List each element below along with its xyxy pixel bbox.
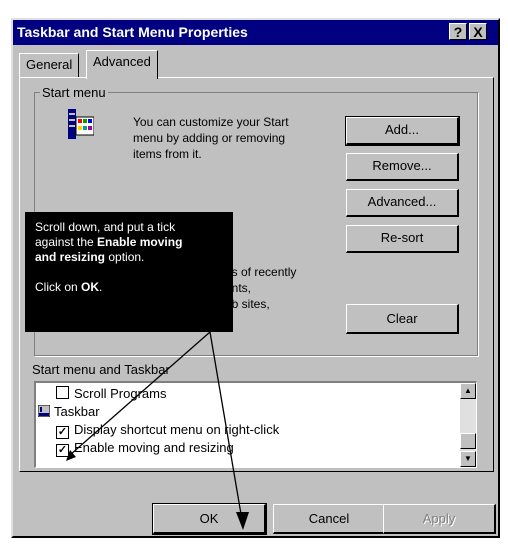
scroll-up-arrow-icon[interactable]: ▲ bbox=[460, 383, 476, 399]
callout-line-2: against the Enable moving bbox=[35, 235, 183, 249]
advanced-button[interactable]: Advanced... bbox=[346, 189, 459, 217]
list-item-display-shortcut-menu[interactable]: ✓ Display shortcut menu on right-click bbox=[56, 420, 279, 439]
resort-button[interactable]: Re-sort bbox=[346, 225, 459, 253]
scroll-programs-checkbox[interactable] bbox=[56, 386, 69, 399]
add-button[interactable]: Add... bbox=[345, 116, 460, 146]
taskbar-icon bbox=[37, 403, 51, 418]
settings-tree-list[interactable]: Scroll Programs Taskbar ✓ Display shortcu… bbox=[34, 381, 477, 468]
instruction-callout: Scroll down, and put a tick against the … bbox=[25, 212, 233, 332]
list-item-scroll-programs[interactable]: Scroll Programs bbox=[56, 384, 166, 403]
list-item-enable-moving-resizing[interactable]: ✓ Enable moving and resizing bbox=[56, 438, 234, 457]
callout-line-4: Click on OK. bbox=[35, 280, 103, 294]
callout-line-1: Scroll down, and put a tick bbox=[35, 220, 176, 234]
title-bar: Taskbar and Start Menu Properties ? X bbox=[13, 20, 498, 45]
scroll-thumb[interactable] bbox=[460, 433, 476, 449]
taskbar-group-label: Start menu and Taskbar bbox=[32, 362, 170, 377]
ok-button[interactable]: OK bbox=[152, 503, 267, 535]
scroll-down-arrow-icon[interactable]: ▼ bbox=[460, 451, 476, 467]
recent-docs-text-1: ds of recently bbox=[225, 265, 297, 279]
callout-line-3: and resizing option. bbox=[35, 250, 145, 264]
list-item-taskbar[interactable]: Taskbar bbox=[37, 402, 100, 421]
tab-advanced[interactable]: Advanced bbox=[86, 50, 158, 79]
tab-general[interactable]: General bbox=[19, 53, 80, 77]
window-title: Taskbar and Start Menu Properties bbox=[17, 24, 248, 40]
clear-button[interactable]: Clear bbox=[346, 304, 459, 334]
remove-button[interactable]: Remove... bbox=[346, 153, 459, 181]
list-scrollbar[interactable]: ▲ ▼ bbox=[460, 383, 476, 467]
help-button[interactable]: ? bbox=[449, 23, 467, 40]
start-menu-description: You can customize your Start menu by add… bbox=[133, 115, 289, 161]
start-menu-group-label: Start menu bbox=[40, 85, 108, 100]
close-button[interactable]: X bbox=[469, 23, 487, 40]
apply-button[interactable]: Apply bbox=[383, 504, 496, 534]
start-menu-icon bbox=[68, 109, 95, 139]
enable-moving-checkbox[interactable]: ✓ bbox=[56, 444, 69, 457]
cancel-button[interactable]: Cancel bbox=[273, 504, 386, 534]
